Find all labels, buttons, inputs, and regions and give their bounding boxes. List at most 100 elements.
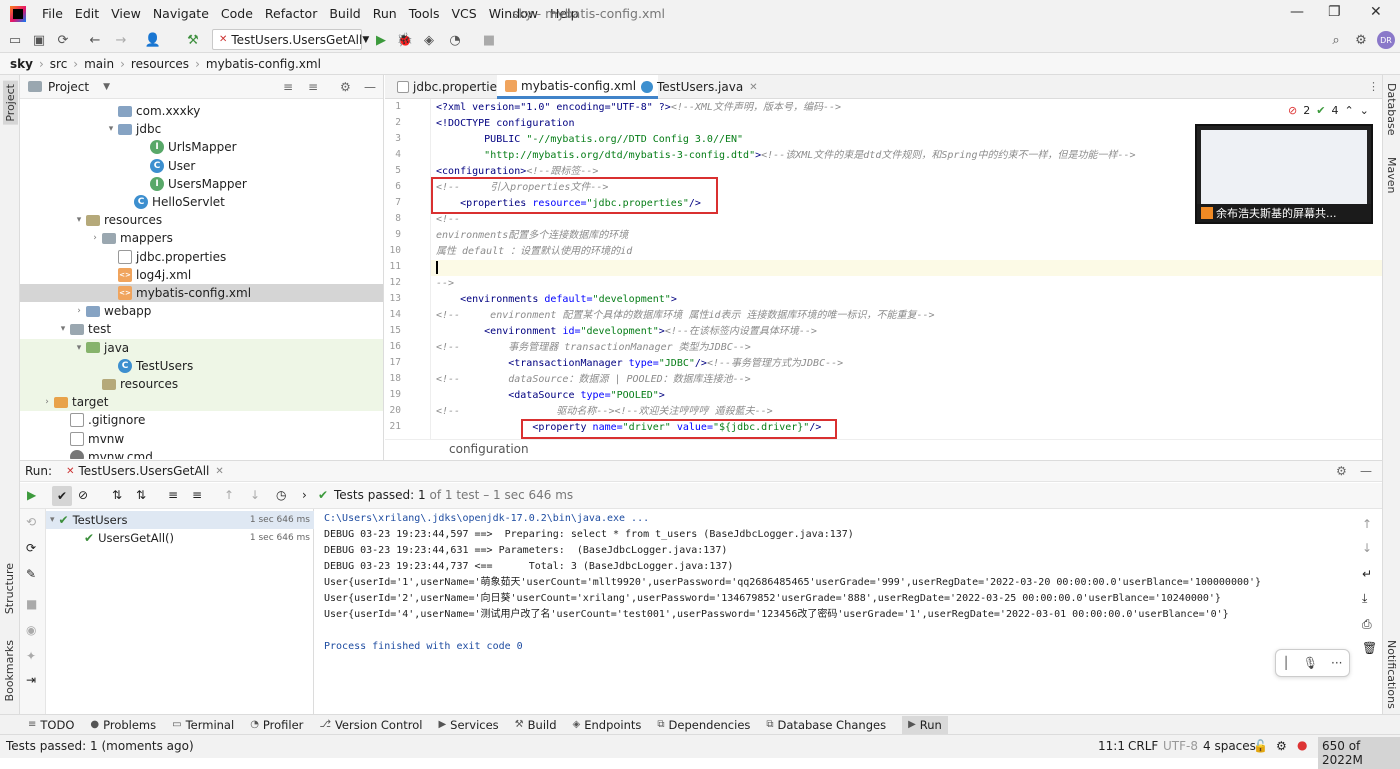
arrow-up-icon[interactable]: ↑ <box>1362 517 1372 531</box>
status-message[interactable]: Tests passed: 1 (moments ago) <box>6 739 194 753</box>
chevron-icon[interactable]: › <box>72 306 86 316</box>
run-icon[interactable]: ▶ <box>372 31 390 49</box>
collapse-all-icon[interactable]: ≡ <box>308 80 318 94</box>
chevron-down-icon[interactable]: ▾ <box>50 515 55 525</box>
wrench-icon[interactable]: ✎ <box>26 567 36 581</box>
project-tool-tab[interactable]: Project <box>3 81 18 125</box>
breadcrumb-item[interactable]: mybatis-config.xml <box>206 57 321 71</box>
notifications-tool-tab[interactable]: Notifications <box>1385 640 1398 709</box>
soft-wrap-icon[interactable]: ↵ <box>1362 567 1372 581</box>
stop-icon[interactable]: ■ <box>480 31 498 49</box>
run-tab[interactable]: TestUsers.UsersGetAll <box>78 464 209 478</box>
menu-tools[interactable]: Tools <box>403 6 446 21</box>
menu-edit[interactable]: Edit <box>69 6 105 21</box>
trash-icon[interactable]: 🗑 <box>1362 641 1377 655</box>
forward-icon[interactable]: → <box>112 31 130 49</box>
menu-navigate[interactable]: Navigate <box>147 6 215 21</box>
menu-code[interactable]: Code <box>215 6 259 21</box>
close-icon[interactable]: ✕ <box>1370 4 1382 20</box>
chevron-down-icon[interactable]: ▼ <box>103 82 110 92</box>
print-icon[interactable]: ⎙ <box>1362 617 1372 632</box>
tree-item[interactable]: com.xxxky <box>20 102 383 120</box>
breadcrumb-item[interactable]: main <box>84 57 114 71</box>
scroll-to-end-icon[interactable]: ⤓ <box>1362 591 1367 606</box>
tree-item[interactable]: I UrlsMapper <box>20 138 383 156</box>
collapse-all-icon[interactable]: ≡ <box>192 488 202 502</box>
tree-item[interactable]: resources <box>20 375 383 393</box>
chevron-icon[interactable]: › <box>40 397 54 407</box>
expand-all-icon[interactable]: ≡ <box>168 488 178 502</box>
gear-icon[interactable]: ⚙ <box>1336 464 1347 478</box>
hide-icon[interactable]: — <box>1360 464 1372 478</box>
menu-run[interactable]: Run <box>367 6 403 21</box>
breadcrumb-item[interactable]: resources <box>131 57 189 71</box>
editor-tab[interactable]: TestUsers.java ✕ <box>633 75 766 99</box>
build-hammer-icon[interactable]: ⚒ <box>184 31 202 49</box>
rerun-failed-icon[interactable]: ⟲ <box>26 515 36 529</box>
minimize-icon[interactable]: — <box>1290 4 1304 20</box>
breadcrumb-item[interactable]: src <box>50 57 68 71</box>
chevron-icon[interactable]: ▾ <box>72 343 86 353</box>
menu-refactor[interactable]: Refactor <box>259 6 323 21</box>
console-output[interactable]: C:\Users\xrilang\.jdks\openjdk-17.0.2\bi… <box>314 509 1354 714</box>
chevron-icon[interactable]: ▾ <box>72 215 86 225</box>
expand-all-icon[interactable]: ≡ <box>283 80 293 94</box>
tree-item[interactable]: C TestUsers <box>20 356 383 375</box>
tree-item[interactable]: C User <box>20 157 383 175</box>
arrow-down-icon[interactable]: ↓ <box>250 488 260 502</box>
tree-item[interactable]: ▾ resources <box>20 211 383 229</box>
tree-item[interactable]: mvnw <box>20 430 383 448</box>
open-folder-icon[interactable]: ▭ <box>6 31 24 49</box>
error-status-icon[interactable]: ● <box>1297 738 1307 752</box>
search-icon[interactable]: ⌕ <box>1327 31 1345 49</box>
sync-icon[interactable]: ⟳ <box>54 31 72 49</box>
structure-tool-tab[interactable]: Structure <box>3 563 16 614</box>
breadcrumb-item[interactable]: sky <box>10 57 33 71</box>
maximize-icon[interactable]: ❐ <box>1328 4 1341 20</box>
tree-item[interactable]: ▾ test <box>20 320 383 338</box>
show-passed-icon[interactable]: ✔ <box>52 486 72 506</box>
tree-item[interactable]: ▾ java <box>20 338 383 357</box>
tree-item[interactable]: I UsersMapper <box>20 175 383 193</box>
more-tabs-icon[interactable]: ⋮ <box>1368 80 1379 93</box>
pin-icon[interactable]: ✦ <box>26 649 36 663</box>
coverage-icon[interactable]: ◈ <box>420 31 438 49</box>
export-icon[interactable]: ⇥ <box>26 673 36 687</box>
test-tree-item[interactable]: ✔ UsersGetAll() 1 sec 646 ms <box>46 529 314 547</box>
chevron-icon[interactable]: ▾ <box>104 124 118 134</box>
chevron-icon[interactable]: ▾ <box>56 324 70 334</box>
save-icon[interactable]: ▣ <box>30 31 48 49</box>
tree-item[interactable]: ▾ jdbc <box>20 120 383 138</box>
text-cursor-icon[interactable]: │ <box>1283 656 1290 670</box>
show-ignored-icon[interactable]: ⊘ <box>78 488 88 502</box>
tree-item[interactable]: .gitignore <box>20 411 383 429</box>
close-tab-icon[interactable]: ✕ <box>749 82 757 93</box>
avatar[interactable]: DR <box>1377 31 1395 49</box>
menu-vcs[interactable]: VCS <box>446 6 483 21</box>
tree-item[interactable]: › mappers <box>20 229 383 247</box>
arrow-up-icon[interactable]: ↑ <box>224 488 234 502</box>
lock-icon[interactable]: 🔓 <box>1253 739 1268 753</box>
tool-tab-dependencies[interactable]: ⧉ Dependencies <box>657 718 750 732</box>
tree-item[interactable]: mvnw.cmd <box>20 448 383 459</box>
tool-tab-todo[interactable]: ≡ TODO <box>28 718 74 732</box>
history-icon[interactable]: ◷ <box>276 488 286 502</box>
toggle-auto-test-icon[interactable]: ⟳ <box>26 541 36 555</box>
tree-item[interactable]: jdbc.properties <box>20 248 383 266</box>
arrow-down-icon[interactable]: ↓ <box>1362 541 1372 555</box>
memory-indicator[interactable]: 650 of 2022M <box>1318 737 1400 769</box>
stop-icon[interactable]: ■ <box>26 597 37 611</box>
tree-item[interactable]: C HelloServlet <box>20 193 383 211</box>
tree-item[interactable]: <> mybatis-config.xml <box>20 284 383 302</box>
tool-tab-services[interactable]: ▶ Services <box>438 718 498 732</box>
vcs-user-icon[interactable]: 👤 <box>144 31 162 49</box>
tool-tab-run[interactable]: ▶ Run <box>902 715 948 734</box>
maven-tool-tab[interactable]: Maven <box>1385 157 1398 193</box>
microphone-icon[interactable]: 🎙 <box>1303 656 1318 670</box>
tool-tab-endpoints[interactable]: ◈ Endpoints <box>573 718 642 732</box>
menu-build[interactable]: Build <box>323 6 366 21</box>
tree-item[interactable]: › webapp <box>20 302 383 320</box>
debug-icon[interactable]: 🐞 <box>396 31 414 49</box>
database-tool-tab[interactable]: Database <box>1385 83 1398 136</box>
tool-tab-build[interactable]: ⚒ Build <box>515 718 557 732</box>
